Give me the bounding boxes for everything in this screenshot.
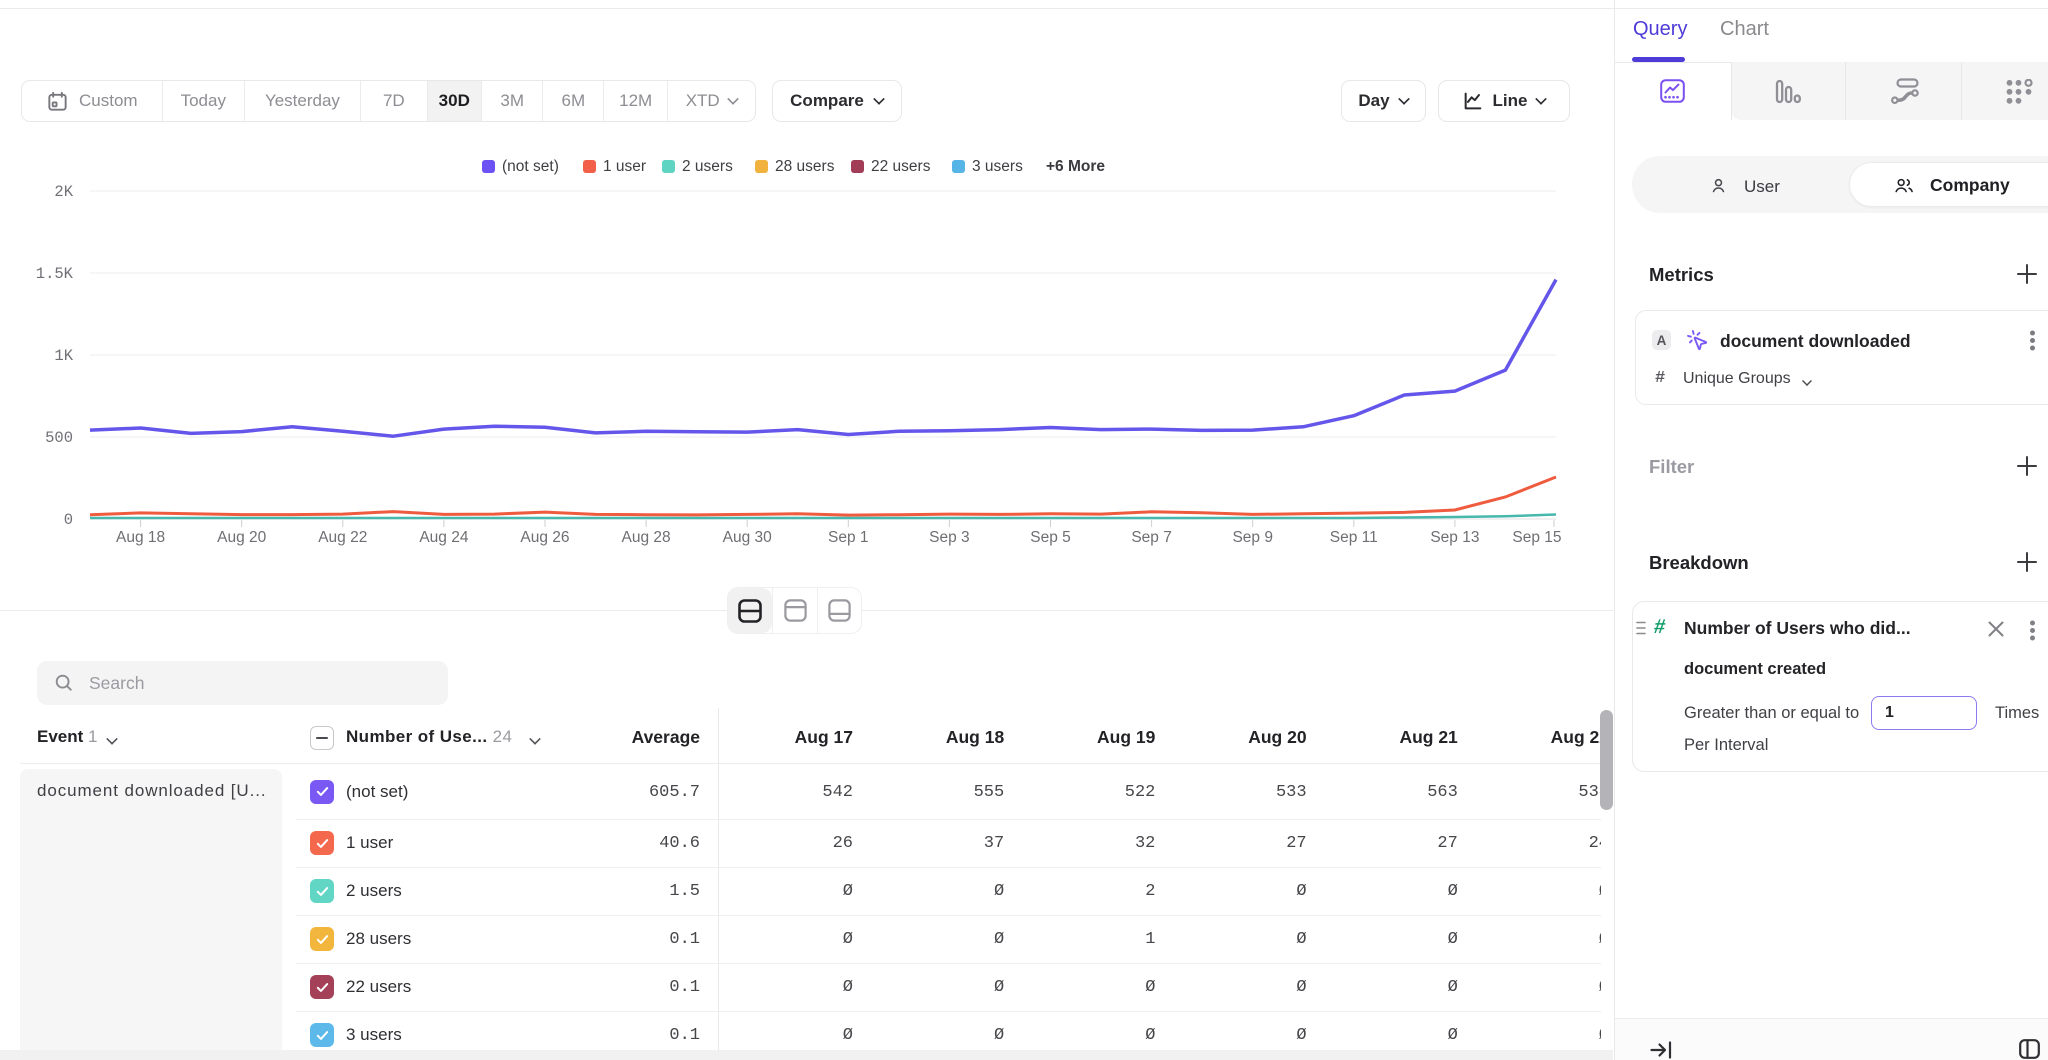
svg-text:Sep 15: Sep 15 — [1512, 529, 1561, 546]
svg-text:Sep 7: Sep 7 — [1131, 529, 1172, 546]
svg-text:1.5K: 1.5K — [36, 265, 74, 283]
svg-text:Sep 5: Sep 5 — [1030, 529, 1071, 546]
svg-text:Aug 28: Aug 28 — [622, 529, 671, 546]
svg-text:Aug 18: Aug 18 — [116, 529, 165, 546]
svg-text:2K: 2K — [54, 183, 73, 201]
svg-text:Aug 30: Aug 30 — [723, 529, 773, 546]
svg-text:Sep 1: Sep 1 — [828, 529, 869, 546]
svg-text:1K: 1K — [54, 347, 73, 365]
svg-text:Aug 22: Aug 22 — [318, 529, 367, 546]
svg-text:Aug 26: Aug 26 — [520, 529, 569, 546]
svg-text:0: 0 — [64, 511, 73, 529]
svg-text:500: 500 — [45, 429, 73, 447]
svg-text:Sep 9: Sep 9 — [1232, 529, 1273, 546]
svg-text:Aug 20: Aug 20 — [217, 529, 267, 546]
svg-text:Sep 11: Sep 11 — [1330, 529, 1378, 546]
svg-text:Sep 3: Sep 3 — [929, 529, 970, 546]
svg-text:Aug 24: Aug 24 — [419, 529, 469, 546]
svg-text:Sep 13: Sep 13 — [1430, 529, 1479, 546]
